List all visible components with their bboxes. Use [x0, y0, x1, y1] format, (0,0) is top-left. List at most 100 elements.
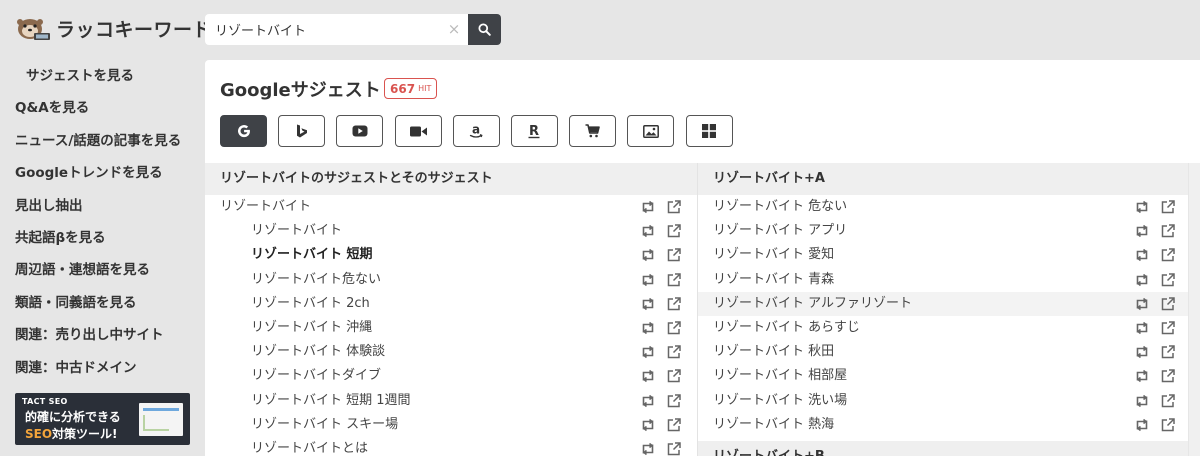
list-item[interactable]: リゾートバイト 短期	[205, 243, 697, 267]
tab-youtube[interactable]	[336, 115, 384, 147]
external-link-icon[interactable]	[1161, 224, 1175, 238]
list-item[interactable]: リゾートバイト 2ch	[205, 292, 697, 316]
cart-icon	[585, 124, 600, 138]
retweet-icon[interactable]	[640, 200, 656, 214]
list-item[interactable]: リゾートバイト危ない	[205, 268, 697, 292]
retweet-icon[interactable]	[640, 345, 656, 359]
tab-google[interactable]	[220, 115, 267, 147]
retweet-icon[interactable]	[640, 394, 656, 408]
retweet-icon[interactable]	[1134, 297, 1150, 311]
list-item[interactable]: リゾートバイト 熱海	[698, 413, 1188, 437]
retweet-icon[interactable]	[640, 273, 656, 287]
tab-amazon[interactable]: a	[452, 115, 500, 147]
external-link-icon[interactable]	[1161, 272, 1175, 287]
list-item[interactable]: リゾートバイト 愛知	[698, 243, 1188, 267]
list-item[interactable]: リゾートバイトとは	[205, 437, 697, 456]
tab-bing[interactable]	[278, 115, 326, 147]
tact-seo-ad-banner[interactable]: TACT SEO 的確に分析できる SEO対策ツール!	[15, 393, 190, 445]
retweet-icon[interactable]	[1134, 248, 1150, 262]
retweet-icon[interactable]	[640, 224, 656, 238]
list-item[interactable]: リゾートバイト 洗い場	[698, 389, 1188, 413]
external-link-icon[interactable]	[667, 345, 681, 359]
keyword-text: リゾートバイト アルファリゾート	[713, 295, 913, 311]
external-link-icon[interactable]	[1161, 345, 1175, 359]
retweet-icon[interactable]	[640, 297, 656, 311]
list-item[interactable]: リゾートバイト あらすじ	[698, 316, 1188, 340]
external-link-icon[interactable]	[1161, 393, 1175, 408]
main-panel: Googleサジェスト 667 HIT a R リゾートバイトのサジェストとその…	[205, 60, 1200, 456]
list-item[interactable]: リゾートバイト	[205, 219, 697, 243]
list-item[interactable]: リゾートバイト	[205, 195, 697, 219]
retweet-icon[interactable]	[1134, 394, 1150, 408]
external-link-icon[interactable]	[667, 297, 681, 311]
app-logo[interactable]: ラッコキーワード	[14, 12, 212, 44]
keyword-text: リゾートバイト 秋田	[713, 344, 835, 360]
search-input[interactable]	[205, 14, 468, 45]
keyword-text: リゾートバイト アプリ	[713, 223, 848, 239]
banner-subline-rest: 対策ツール!	[52, 427, 118, 441]
list-item[interactable]: リゾートバイト 危ない	[698, 195, 1188, 219]
sidebar-item-used-domains[interactable]: 関連：中古ドメイン	[0, 352, 200, 384]
list-item[interactable]: リゾートバイト 短期 1週間	[205, 389, 697, 413]
external-link-icon[interactable]	[1161, 321, 1175, 335]
retweet-icon[interactable]	[640, 418, 656, 432]
retweet-icon[interactable]	[640, 248, 656, 262]
sidebar-item-news[interactable]: ニュース/話題の記事を見る	[0, 125, 200, 157]
retweet-icon[interactable]	[1134, 321, 1150, 335]
sidebar-item-synonyms[interactable]: 類語・同義語を見る	[0, 287, 200, 319]
list-item[interactable]: リゾートバイトダイブ	[205, 364, 697, 388]
sidebar-item-cooccurrence[interactable]: 共起語βを見る	[0, 222, 200, 254]
list-item[interactable]: リゾートバイト 沖縄	[205, 316, 697, 340]
retweet-icon[interactable]	[640, 369, 656, 383]
tab-images[interactable]	[627, 115, 675, 147]
retweet-icon[interactable]	[1134, 345, 1150, 359]
external-link-icon[interactable]	[667, 272, 681, 287]
tab-shopping[interactable]	[569, 115, 617, 147]
banner-subline: SEO対策ツール!	[25, 425, 118, 442]
external-link-icon[interactable]	[1161, 417, 1175, 432]
sidebar-item-suggest[interactable]: サジェストを見る	[0, 60, 200, 92]
list-item[interactable]: リゾートバイト アルファリゾート	[698, 291, 1188, 316]
tab-all[interactable]	[685, 115, 733, 147]
external-link-icon[interactable]	[1161, 248, 1175, 262]
list-item[interactable]: リゾートバイト 青森	[698, 268, 1188, 292]
external-link-icon[interactable]	[667, 248, 681, 262]
external-link-icon[interactable]	[667, 321, 681, 335]
external-link-icon[interactable]	[667, 393, 681, 408]
retweet-icon[interactable]	[640, 442, 656, 456]
external-link-icon[interactable]	[667, 369, 681, 383]
keyword-text: リゾートバイト スキー場	[251, 416, 399, 432]
retweet-icon[interactable]	[1134, 224, 1150, 238]
sidebar-item-sites-for-sale[interactable]: 関連：売り出し中サイト	[0, 319, 200, 351]
tab-video[interactable]	[394, 115, 442, 147]
external-link-icon[interactable]	[667, 224, 681, 238]
sidebar-item-headings[interactable]: 見出し抽出	[0, 190, 200, 222]
suggest-column-left: リゾートバイトのサジェストとそのサジェスト リゾートバイト リゾートバイト リゾ…	[205, 163, 697, 456]
list-item[interactable]: リゾートバイト アプリ	[698, 219, 1188, 243]
list-item[interactable]: リゾートバイト 秋田	[698, 340, 1188, 364]
column-header: リゾートバイト+A	[698, 163, 1188, 195]
clear-search-icon[interactable]: ×	[447, 22, 461, 37]
external-link-icon[interactable]	[667, 442, 681, 456]
retweet-icon[interactable]	[1134, 200, 1150, 214]
retweet-icon[interactable]	[1134, 273, 1150, 287]
video-icon	[409, 126, 427, 136]
search-button[interactable]	[468, 14, 501, 45]
list-item[interactable]: リゾートバイト 体験談	[205, 340, 697, 364]
tab-rakuten[interactable]: R	[510, 115, 558, 147]
external-link-icon[interactable]	[1161, 200, 1175, 214]
retweet-icon[interactable]	[1134, 369, 1150, 383]
image-icon	[642, 124, 659, 138]
external-link-icon[interactable]	[667, 200, 681, 214]
sidebar-item-related-words[interactable]: 周辺語・連想語を見る	[0, 254, 200, 286]
sidebar-item-qa[interactable]: Q&Aを見る	[0, 92, 200, 124]
scrollbar-track[interactable]	[1188, 163, 1200, 456]
external-link-icon[interactable]	[1161, 297, 1175, 311]
retweet-icon[interactable]	[1134, 418, 1150, 432]
list-item[interactable]: リゾートバイト 相部屋	[698, 364, 1188, 388]
external-link-icon[interactable]	[1161, 369, 1175, 383]
retweet-icon[interactable]	[640, 321, 656, 335]
external-link-icon[interactable]	[667, 417, 681, 432]
sidebar-item-google-trends[interactable]: Googleトレンドを見る	[0, 157, 200, 189]
list-item[interactable]: リゾートバイト スキー場	[205, 413, 697, 437]
